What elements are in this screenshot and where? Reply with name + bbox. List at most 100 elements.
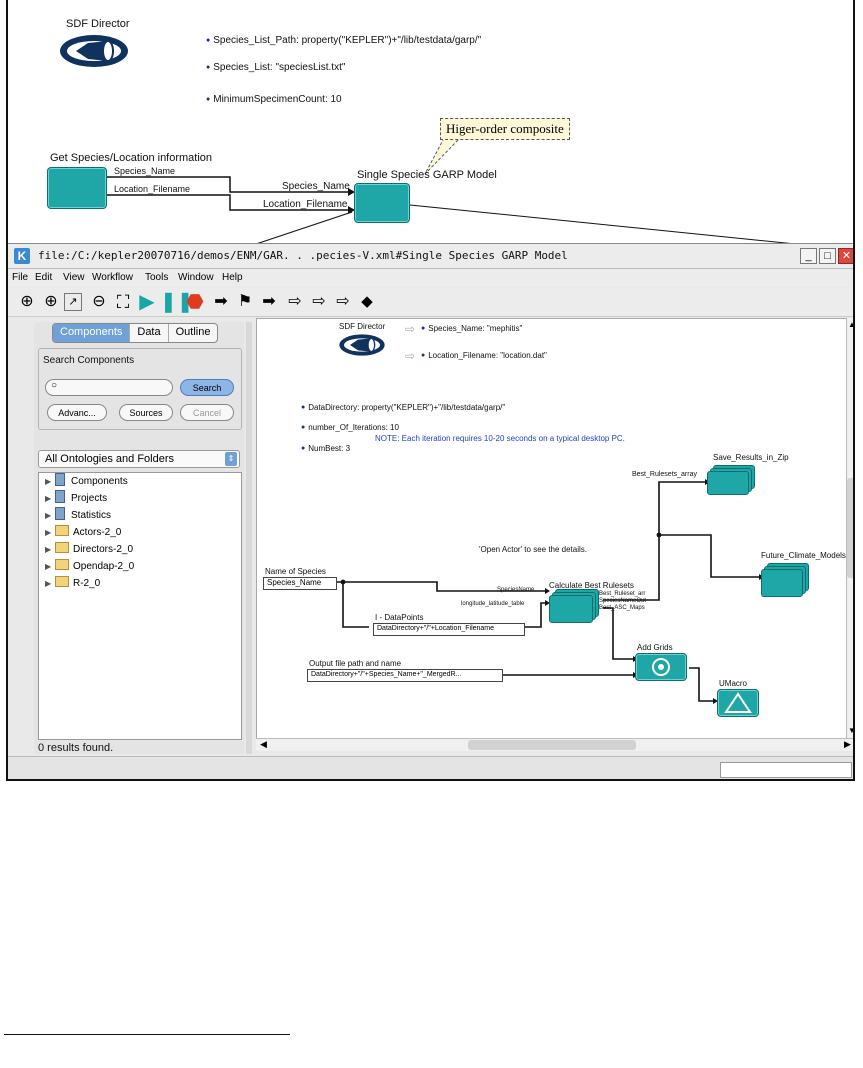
horizontal-scroll-thumb[interactable] <box>468 740 636 750</box>
run-icon[interactable]: ▶ <box>136 291 158 313</box>
species-name-out-port: SpeciesNameOut <box>599 598 647 604</box>
menu-bar: File Edit View Workflow Tools Window Hel… <box>8 269 853 287</box>
tree-item-projects[interactable]: ▶ Projects <box>39 490 241 507</box>
gear-icon <box>652 658 670 676</box>
document-icon <box>55 507 65 520</box>
fit-screen-icon[interactable]: ⛶ <box>112 291 134 313</box>
kepler-window: K file:/C:/kepler20070716/demos/ENM/GAR.… <box>8 243 853 779</box>
expand-icon: ▶ <box>45 579 52 588</box>
umacro-label: UMacro <box>719 679 748 688</box>
stop-icon[interactable]: ⬣ <box>184 291 206 313</box>
tree-item-statistics[interactable]: ▶ Statistics <box>39 507 241 524</box>
port-output-icon[interactable]: ➡ <box>258 291 280 313</box>
species-name-port: SpeciesName <box>497 587 535 593</box>
datapoints-expression[interactable]: DataDirectory+"/"+Location_Filename <box>373 623 525 636</box>
document-icon <box>55 473 65 486</box>
relation-icon[interactable]: ◆ <box>356 291 378 313</box>
scroll-right-icon[interactable]: ▶ <box>844 739 851 750</box>
tree-item-opendap[interactable]: ▶ Opendap-2_0 <box>39 558 241 575</box>
best-rulesets-array-label: Best_Rulesets_array <box>632 471 697 478</box>
ontology-select[interactable]: All Ontologies and Folders ⇕ <box>38 450 240 468</box>
advanced-button[interactable]: Advanc... <box>47 404 107 421</box>
datapoints-title: I - DataPoints <box>375 613 424 622</box>
pause-icon[interactable]: ❚❚ <box>160 291 194 313</box>
zoom-in-icon[interactable]: ⊕ <box>16 291 38 313</box>
tree-item-label: Statistics <box>71 510 112 521</box>
tree-item-label: Directors-2_0 <box>73 544 134 555</box>
menu-help[interactable]: Help <box>222 272 243 283</box>
expand-icon: ▶ <box>45 528 52 537</box>
close-button[interactable]: ✕ <box>838 248 853 264</box>
tree-item-actors[interactable]: ▶ Actors-2_0 <box>39 524 241 541</box>
future-climate-label: Future_Climate_Models <box>761 551 846 560</box>
actor2-title: Single Species GARP Model <box>357 169 497 181</box>
zoom-fit-icon[interactable]: ↗ <box>64 293 82 311</box>
scroll-left-icon[interactable]: ◀ <box>260 739 267 750</box>
tree-item-directors[interactable]: ▶ Directors-2_0 <box>39 541 241 558</box>
folder-icon <box>55 542 69 553</box>
scroll-up-icon[interactable]: ▲ <box>848 320 853 329</box>
panel-splitter[interactable] <box>246 322 252 754</box>
sources-button[interactable]: Sources <box>119 404 173 421</box>
zoom-reset-icon[interactable]: ⊕ <box>40 291 62 313</box>
top-links <box>107 176 853 250</box>
port-arrow-icon[interactable]: ➡ <box>210 291 232 313</box>
output-expression[interactable]: DataDirectory+"/"+Species_Name+"_MergedR… <box>307 669 503 682</box>
tree-item-r[interactable]: ▶ R-2_0 <box>39 575 241 592</box>
species-name-box[interactable]: Species_Name <box>263 577 337 590</box>
add-grids-actor[interactable] <box>635 653 687 681</box>
tree-item-label: Opendap-2_0 <box>73 561 135 572</box>
tree-item-components[interactable]: ▶ Components <box>39 473 241 490</box>
long-lat-port: longitude_latitude_table <box>461 601 525 607</box>
vertical-scroll-thumb[interactable] <box>847 478 853 578</box>
minimize-button[interactable]: _ <box>800 248 817 264</box>
tab-outline[interactable]: Outline <box>167 324 218 342</box>
vertical-scrollbar[interactable]: ▲ ▼ <box>846 318 853 738</box>
menu-edit[interactable]: Edit <box>35 272 52 283</box>
figure-frame: SDF Director Species_List_Path: property… <box>6 0 855 781</box>
expand-icon: ▶ <box>45 494 52 503</box>
single-species-garp-actor[interactable] <box>354 183 410 223</box>
component-tabs: Components Data Outline <box>52 323 219 343</box>
maximize-button[interactable]: □ <box>819 248 836 264</box>
multiport-flag-icon[interactable]: ⇨ <box>308 291 330 313</box>
search-group: Search Components ○ Search Advanc... Sou… <box>38 348 242 430</box>
folder-icon <box>55 525 69 536</box>
expand-icon: ▶ <box>45 477 52 486</box>
calculate-best-actor[interactable] <box>549 589 599 623</box>
name-of-species-label: Name of Species <box>265 567 326 576</box>
menu-tools[interactable]: Tools <box>145 272 168 283</box>
workflow-canvas[interactable]: SDF Director ⇨ Species_Name: "mephitis" … <box>256 318 847 740</box>
tab-data[interactable]: Data <box>129 324 167 342</box>
menu-view[interactable]: View <box>63 272 85 283</box>
horizontal-scrollbar[interactable]: ◀ ▶ <box>256 738 853 751</box>
ontology-select-value: All Ontologies and Folders <box>45 453 175 465</box>
toolbar: ⊕ ⊕ ↗ ⊖ ⛶ ▶ ❚❚ ⬣ ➡ ⚑ ➡ ⇨ ⇨ ⇨ ◆ <box>8 288 853 317</box>
menu-window[interactable]: Window <box>178 272 214 283</box>
save-results-actor[interactable] <box>707 465 755 495</box>
document-icon <box>55 490 65 503</box>
tab-components[interactable]: Components <box>53 324 130 342</box>
tree-item-label: Actors-2_0 <box>73 527 122 538</box>
best-asc-port: Best_ASC_Maps <box>599 605 645 611</box>
tree-item-label: Projects <box>71 493 108 504</box>
search-components-label: Search Components <box>43 355 135 366</box>
magnifier-icon: ○ <box>51 380 58 391</box>
cancel-button[interactable]: Cancel <box>180 404 234 421</box>
menu-file[interactable]: File <box>12 272 28 283</box>
future-climate-actor[interactable] <box>761 563 809 597</box>
tree-item-label: R-2_0 <box>73 578 101 589</box>
tree-item-label: Components <box>71 476 128 487</box>
expand-icon: ▶ <box>45 545 52 554</box>
select-arrows-icon: ⇕ <box>225 452 237 466</box>
port-flag-icon[interactable]: ⚑ <box>234 291 256 313</box>
multiport-output-icon[interactable]: ⇨ <box>332 291 354 313</box>
scroll-down-icon[interactable]: ▼ <box>848 726 853 735</box>
search-input[interactable] <box>45 379 173 396</box>
multiport-icon[interactable]: ⇨ <box>284 291 306 313</box>
umacro-actor[interactable] <box>717 689 759 717</box>
zoom-out-icon[interactable]: ⊖ <box>88 291 110 313</box>
kepler-logo-icon: K <box>14 248 30 264</box>
search-button[interactable]: Search <box>180 379 234 396</box>
menu-workflow[interactable]: Workflow <box>92 272 133 283</box>
